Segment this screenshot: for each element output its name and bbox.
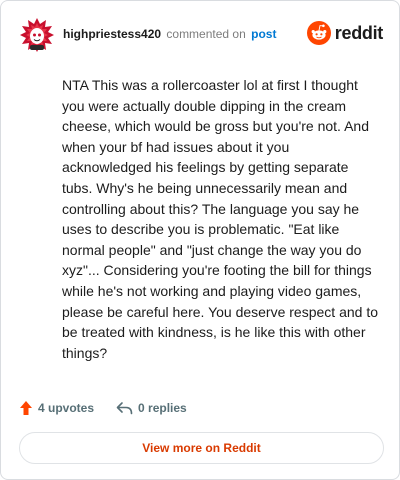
comment-meta: highpriestess420 commented on post bbox=[63, 27, 276, 41]
snoo-avatar-icon[interactable] bbox=[19, 17, 55, 53]
reddit-brand[interactable]: reddit bbox=[306, 20, 384, 46]
comment-body: NTA This was a rollercoaster lol at firs… bbox=[62, 77, 378, 361]
replies-stat[interactable]: 0 replies bbox=[116, 401, 187, 415]
view-more-button[interactable]: View more on Reddit bbox=[19, 432, 384, 464]
action-text: commented on bbox=[166, 27, 246, 41]
post-link[interactable]: post bbox=[251, 27, 276, 41]
comment-header: highpriestess420 commented on post reddi… bbox=[19, 17, 383, 53]
reddit-logo-icon bbox=[306, 21, 331, 45]
upvotes-count: 4 upvotes bbox=[38, 401, 95, 415]
reddit-wordmark: reddit bbox=[334, 22, 384, 43]
replies-count: 0 replies bbox=[138, 401, 187, 415]
reply-arrow-icon bbox=[116, 402, 133, 415]
comment-embed-card: highpriestess420 commented on post reddi… bbox=[0, 0, 400, 480]
upvotes-stat[interactable]: 4 upvotes bbox=[19, 400, 94, 416]
comment-footer: 4 upvotes 0 replies bbox=[19, 398, 187, 418]
upvote-arrow-icon bbox=[20, 401, 32, 415]
username-link[interactable]: highpriestess420 bbox=[63, 27, 161, 41]
